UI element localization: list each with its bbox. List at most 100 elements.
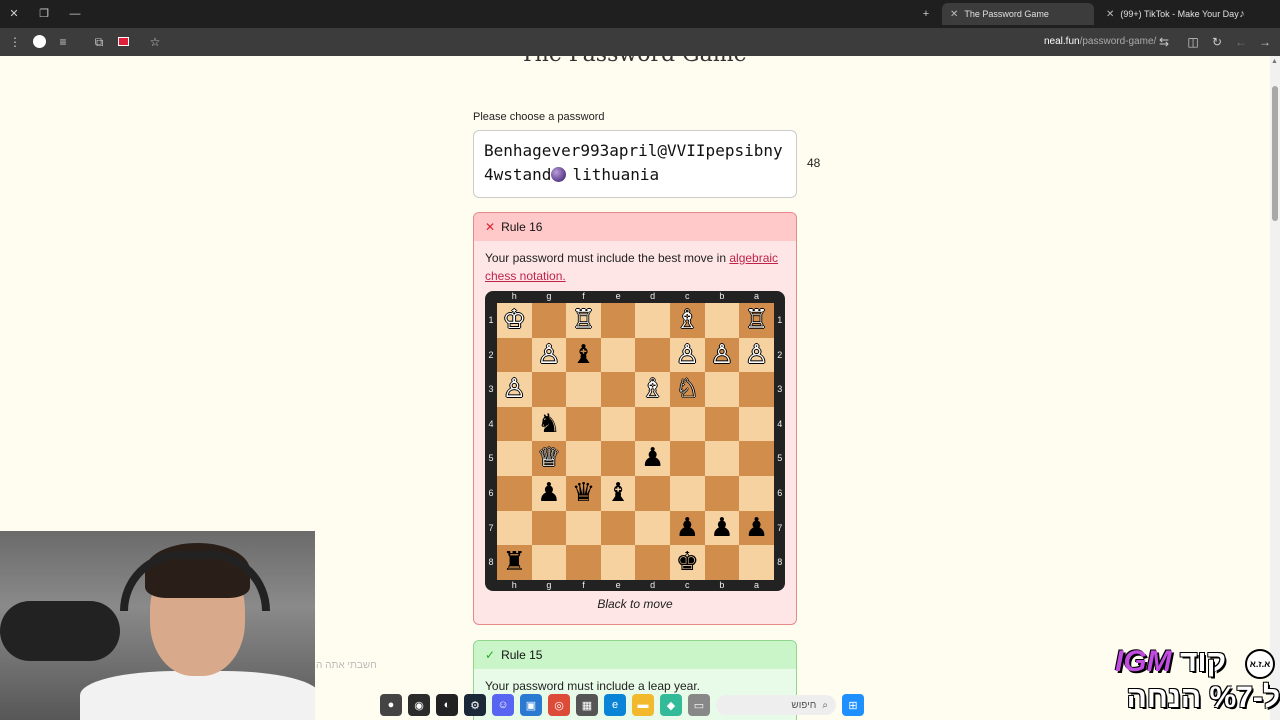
file-label: f (582, 579, 585, 590)
password-input[interactable]: Benhagever993april@VVIIpepsibny4wstand li… (473, 130, 797, 198)
password-label: Please choose a password (473, 111, 605, 123)
file-label: a (753, 291, 759, 301)
page-scrollbar[interactable]: ▲ (1270, 56, 1280, 720)
black-king-icon: ♚ (675, 547, 699, 578)
chess-square-b6 (704, 476, 740, 511)
app-icon[interactable]: ▭ (688, 694, 710, 716)
file-label: g (546, 291, 552, 301)
chrome-icon[interactable]: ◎ (548, 694, 570, 716)
chess-square-h6 (497, 476, 532, 511)
white-rook-icon: ♖ (744, 305, 769, 335)
bookmark-star-icon[interactable]: ☆ (146, 33, 164, 51)
file-label: g (546, 579, 552, 590)
file-label: b (719, 579, 725, 590)
app-icon[interactable]: ▦ (576, 694, 598, 716)
rank-label: 1 (777, 315, 783, 325)
file-label: h (511, 579, 517, 590)
taskbar-search[interactable]: חיפוש ⌕ (716, 695, 836, 715)
black-pawn-icon: ♟ (710, 512, 734, 543)
chess-square-b4 (704, 406, 740, 442)
discord-icon[interactable]: ☺ (492, 694, 514, 716)
chess-caption: Black to move (597, 597, 673, 611)
obs-icon[interactable]: ● (380, 694, 402, 716)
chess-square-g3 (531, 372, 567, 407)
split-view-icon[interactable]: ◫ (1184, 33, 1202, 51)
chess-square-c5 (670, 441, 705, 476)
close-window-icon[interactable]: ✕ (6, 6, 22, 22)
site-settings-icon[interactable]: ⇆ (1155, 33, 1173, 51)
folder-icon[interactable]: ▬ (632, 694, 654, 716)
app-icon[interactable]: ◆ (660, 694, 682, 716)
tab-close-icon[interactable]: ✕ (950, 9, 958, 20)
rule-header: ✕ Rule 16 (474, 213, 796, 241)
rank-label: 4 (488, 418, 494, 429)
menu-icon[interactable]: ⋮ (6, 33, 24, 51)
url-path: /password-game/ (1079, 36, 1157, 47)
rule-title: Rule 15 (501, 648, 543, 662)
extensions-icon[interactable]: ⧉ (90, 33, 108, 51)
chess-square-f3 (566, 372, 601, 407)
search-icon: ⌕ (822, 699, 828, 711)
chess-square-e7 (600, 510, 636, 546)
rank-label: 8 (488, 557, 494, 568)
reload-icon[interactable]: ↻ (1208, 33, 1226, 51)
promo-code-label: קוד (1180, 645, 1227, 678)
promo-badge: א.ז.א (1245, 649, 1275, 679)
white-pawn-icon: ♙ (744, 339, 769, 370)
cam-caption: חשבתי אתה ה (316, 660, 377, 671)
app-icon[interactable]: ▣ (520, 694, 542, 716)
edge-icon[interactable]: e (604, 694, 626, 716)
white-rook-icon: ♖ (571, 305, 596, 335)
steam-icon[interactable]: ⚙ (464, 694, 486, 716)
rank-label: 2 (777, 349, 783, 360)
chess-square-b1 (704, 303, 740, 338)
forward-icon[interactable]: → (1256, 33, 1274, 51)
back-icon[interactable]: ← (1232, 33, 1250, 51)
file-label: d (650, 579, 656, 590)
restore-window-icon[interactable]: ❐ (36, 6, 52, 22)
file-label: e (615, 579, 621, 590)
chess-square-a4 (739, 406, 774, 442)
minimize-window-icon[interactable]: — (67, 6, 83, 22)
file-label: d (650, 291, 656, 301)
chess-square-f8 (566, 545, 601, 580)
black-rook-icon: ♜ (502, 547, 526, 578)
playlist-icon[interactable]: ≡ (54, 33, 72, 51)
chess-square-e8 (600, 545, 636, 580)
address-bar[interactable]: neal.fun/password-game/ (1044, 36, 1156, 47)
windows-start-icon[interactable]: ⊞ (842, 694, 864, 716)
password-text-end: lithuania (572, 165, 660, 184)
webcam-overlay (0, 531, 315, 720)
chess-square-d7 (635, 510, 670, 546)
chess-square-b3 (704, 372, 740, 407)
rank-label: 8 (777, 557, 783, 568)
streamer-shirt (80, 671, 315, 720)
chess-square-f4 (566, 406, 601, 442)
new-tab-icon[interactable]: + (918, 6, 934, 22)
url-host: neal.fun (1044, 36, 1080, 47)
tab-close-icon[interactable]: ✕ (1106, 9, 1114, 20)
chess-square-a3 (739, 372, 774, 407)
microphone (0, 601, 120, 661)
black-bishop-icon: ♝ (606, 478, 630, 508)
black-pawn-icon: ♟ (537, 478, 561, 508)
app-icon[interactable]: ◉ (408, 694, 430, 716)
scroll-up-icon[interactable]: ▲ (1271, 58, 1278, 65)
rank-label: 5 (777, 453, 783, 464)
chess-square-g8 (531, 545, 567, 580)
chess-square-c4 (670, 406, 705, 442)
search-placeholder: חיפוש (791, 699, 817, 711)
chess-square-e3 (600, 372, 636, 407)
black-knight-icon: ♞ (537, 408, 561, 439)
fail-x-icon: ✕ (485, 220, 496, 234)
tab-password-game[interactable]: ✕ The Password Game (942, 3, 1094, 25)
black-bishop-icon: ♝ (571, 339, 596, 370)
tab-title: The Password Game (964, 9, 1049, 19)
pass-check-icon: ✓ (485, 648, 496, 662)
chess-square-h4 (497, 406, 532, 442)
app-icon[interactable]: ◐ (436, 694, 458, 716)
profile-icon[interactable] (30, 33, 48, 51)
chess-square-h5 (497, 441, 532, 476)
recording-icon[interactable] (114, 33, 132, 51)
scrollbar-thumb[interactable] (1272, 86, 1278, 221)
